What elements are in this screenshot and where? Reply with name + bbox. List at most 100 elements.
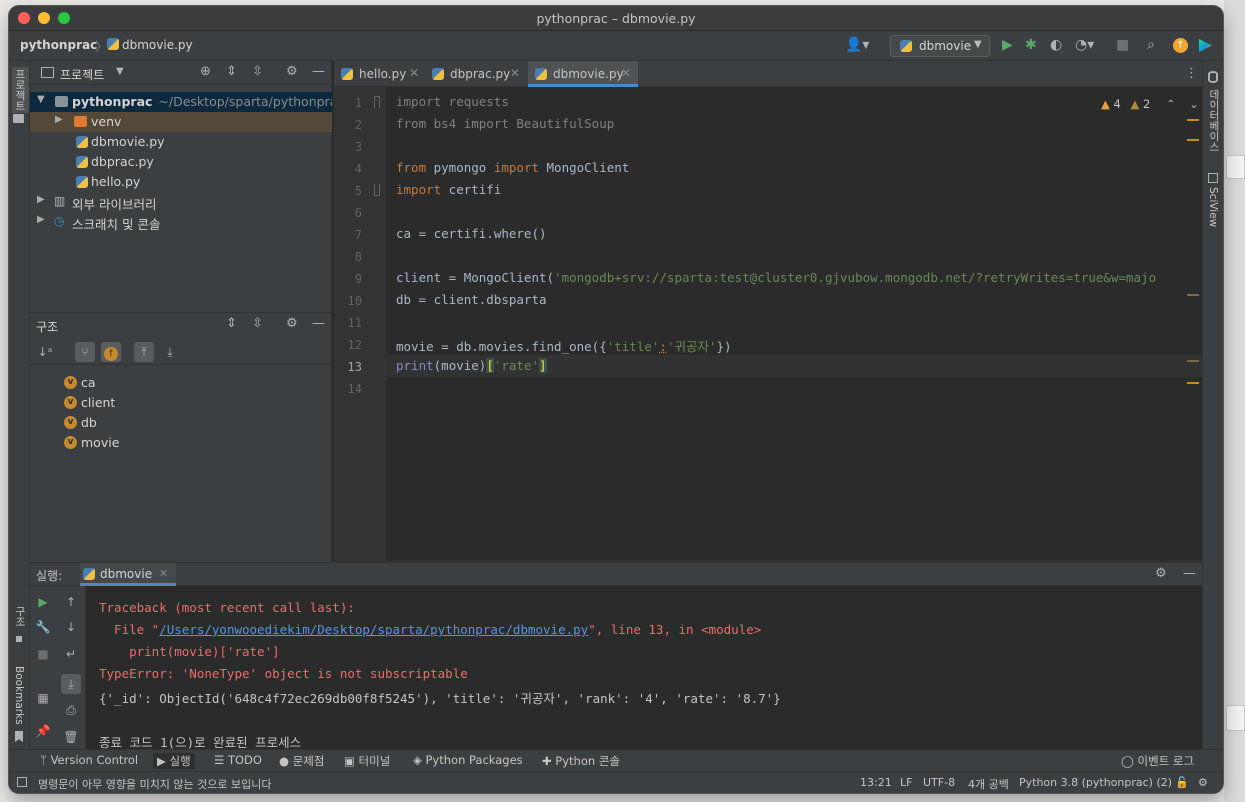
todo-tool-button[interactable]: ☰ TODO: [214, 753, 262, 767]
python-console-tool-button[interactable]: ✚ Python 콘솔: [542, 753, 620, 769]
tab-dbmovie[interactable]: dbmovie.py ✕: [528, 61, 638, 87]
close-icon[interactable]: ✕: [510, 66, 520, 80]
project-tool-button[interactable]: 프로젝트: [12, 67, 29, 113]
scroll-up-icon[interactable]: ↑: [61, 592, 81, 612]
project-panel-title[interactable]: 프로젝트: [60, 66, 104, 83]
lock-icon[interactable]: 🔓: [1175, 776, 1189, 789]
next-highlight-icon[interactable]: ⌄: [1189, 97, 1199, 111]
indent-setting[interactable]: 4개 공백: [968, 776, 1009, 792]
tree-item-hello[interactable]: hello.py: [30, 172, 332, 192]
show-fields-icon[interactable]: f: [101, 342, 121, 362]
breadcrumb-file[interactable]: dbmovie.py: [107, 38, 193, 52]
file-link[interactable]: /Users/yonwooediekim/Desktop/sparta/pyth…: [159, 622, 588, 637]
debug-icon[interactable]: ✱: [1025, 37, 1037, 53]
version-control-tool-button[interactable]: ᛘ Version Control: [40, 753, 138, 767]
collapse-all-icon[interactable]: ⇳: [252, 64, 263, 79]
tab-dbprac[interactable]: dbprac.py ✕: [425, 61, 527, 87]
gear-icon[interactable]: ⚙: [286, 316, 298, 331]
tree-item-external-libraries[interactable]: ▶ ▥ 외부 라이브러리: [30, 192, 332, 212]
rerun-icon[interactable]: ▶: [33, 592, 53, 612]
sciview-tool-button[interactable]: SciView: [1207, 187, 1219, 227]
layout-icon[interactable]: ▦: [33, 688, 53, 708]
database-tool-button[interactable]: 데이터베이스: [1207, 89, 1222, 152]
file-encoding[interactable]: UTF-8: [923, 776, 955, 789]
error-stripe-marker[interactable]: [1187, 119, 1199, 121]
close-icon[interactable]: ✕: [159, 567, 168, 580]
scroll-to-end-icon[interactable]: ⤓: [61, 674, 81, 694]
update-icon[interactable]: ↑: [1173, 38, 1188, 53]
tree-item-project-root[interactable]: ▼ pythonprac ~/Desktop/sparta/pythonprac: [30, 92, 332, 112]
tab-hello[interactable]: hello.py ✕: [334, 61, 424, 87]
sort-alphabetically-icon[interactable]: ↓ᵃ: [35, 342, 55, 362]
error-stripe-marker[interactable]: [1187, 294, 1199, 296]
structure-tool-button[interactable]: 구조: [13, 606, 28, 627]
bookmarks-tool-button[interactable]: Bookmarks: [13, 666, 25, 725]
hide-panel-icon[interactable]: —: [312, 316, 325, 331]
python-packages-tool-button[interactable]: ◈ Python Packages: [413, 753, 523, 767]
collapse-all-icon[interactable]: ⇳: [252, 316, 263, 331]
code-text: (movie): [433, 358, 487, 373]
fold-marker-icon[interactable]: [374, 184, 380, 196]
expand-all-icon[interactable]: ⇕: [226, 64, 237, 79]
error-stripe-marker[interactable]: [1187, 360, 1199, 362]
chevron-down-icon[interactable]: ▼: [116, 66, 124, 77]
run-configuration-select[interactable]: dbmovie ▼: [890, 35, 990, 57]
locate-file-icon[interactable]: ⊕: [200, 64, 211, 79]
structure-item[interactable]: v db: [30, 413, 332, 433]
fold-marker-icon[interactable]: [374, 96, 380, 108]
breadcrumb-file-label: dbmovie.py: [122, 38, 193, 52]
matched-bracket: [: [486, 358, 494, 373]
print-icon[interactable]: ⎙: [61, 700, 81, 720]
search-everywhere-icon[interactable]: ⌕: [1147, 37, 1155, 53]
toggle-tool-windows-icon[interactable]: [17, 777, 27, 787]
structure-item[interactable]: v ca: [30, 373, 332, 393]
scroll-down-icon[interactable]: ↓: [61, 617, 81, 637]
run-console[interactable]: ▶ ↑ 🔧 ↓ ■ ↵ ⤓ ▦ ⎙ 📌 🗑 Traceback (most re…: [30, 586, 1202, 750]
terminal-tool-button[interactable]: ▣ 터미널: [344, 753, 390, 769]
stop-icon[interactable]: ■: [1116, 37, 1129, 53]
ide-window: pythonprac – dbmovie.py pythonprac 〉 dbm…: [9, 6, 1223, 793]
run-icon[interactable]: ▶: [1002, 37, 1013, 53]
previous-highlight-icon[interactable]: ⌃: [1166, 97, 1176, 111]
python-interpreter[interactable]: Python 3.8 (pythonprac) (2): [1019, 776, 1172, 789]
hide-panel-icon[interactable]: —: [312, 64, 325, 79]
line-separator[interactable]: LF: [900, 776, 912, 789]
more-tabs-icon[interactable]: ⋮: [1185, 66, 1198, 81]
coverage-icon[interactable]: ◐: [1050, 37, 1062, 53]
profile-icon[interactable]: ◔▾: [1075, 37, 1094, 53]
code-editor[interactable]: 1 2 3 4 5 6 7 8 9 10 11 12 13 14 import …: [334, 87, 1202, 561]
error-stripe-marker[interactable]: [1187, 139, 1199, 141]
gear-icon[interactable]: ⚙: [286, 64, 298, 79]
breadcrumb-project[interactable]: pythonprac: [20, 38, 97, 52]
event-log-tool-button[interactable]: ◯ 이벤트 로그: [1121, 753, 1194, 769]
gear-icon[interactable]: ⚙: [1155, 566, 1167, 581]
soft-wrap-icon[interactable]: ↵: [61, 644, 81, 664]
close-icon[interactable]: ✕: [409, 66, 419, 80]
wrench-icon[interactable]: 🔧: [33, 617, 53, 637]
tree-item-dbprac[interactable]: dbprac.py: [30, 152, 332, 172]
settings-icon[interactable]: ⚙: [1198, 776, 1208, 789]
pin-icon[interactable]: 📌: [33, 721, 53, 741]
problems-tool-button[interactable]: ● 문제점: [279, 753, 324, 769]
jetbrains-toolbox-icon[interactable]: [1199, 39, 1212, 52]
hide-panel-icon[interactable]: —: [1183, 566, 1196, 581]
tree-item-scratches[interactable]: ▶ ◷ 스크래치 및 콘솔: [30, 212, 332, 232]
autoscroll-to-source-icon[interactable]: ⤒: [134, 342, 154, 362]
tree-item-venv[interactable]: ▶ venv: [30, 112, 332, 132]
structure-item[interactable]: v client: [30, 393, 332, 413]
tree-item-dbmovie[interactable]: dbmovie.py: [30, 132, 332, 152]
caret-position[interactable]: 13:21: [860, 776, 892, 789]
expand-all-icon[interactable]: ⇕: [226, 316, 237, 331]
trash-icon[interactable]: 🗑: [61, 727, 81, 747]
show-inherited-icon[interactable]: ⑂: [75, 342, 95, 362]
error-stripe-marker[interactable]: [1187, 382, 1199, 384]
autoscroll-from-source-icon[interactable]: ⤓: [160, 342, 180, 362]
tab-label: dbprac.py: [450, 67, 511, 81]
structure-item[interactable]: v movie: [30, 433, 332, 453]
run-tab-dbmovie[interactable]: dbmovie ✕: [80, 563, 176, 586]
inspection-widget[interactable]: ▲ 4 ▲ 2 ⌃ ⌄: [1101, 97, 1199, 111]
user-account-icon[interactable]: 👤▾: [845, 37, 869, 53]
close-icon[interactable]: ✕: [621, 66, 631, 80]
stop-icon[interactable]: ■: [33, 644, 53, 664]
run-tool-button[interactable]: ▶ 실행: [153, 753, 195, 769]
